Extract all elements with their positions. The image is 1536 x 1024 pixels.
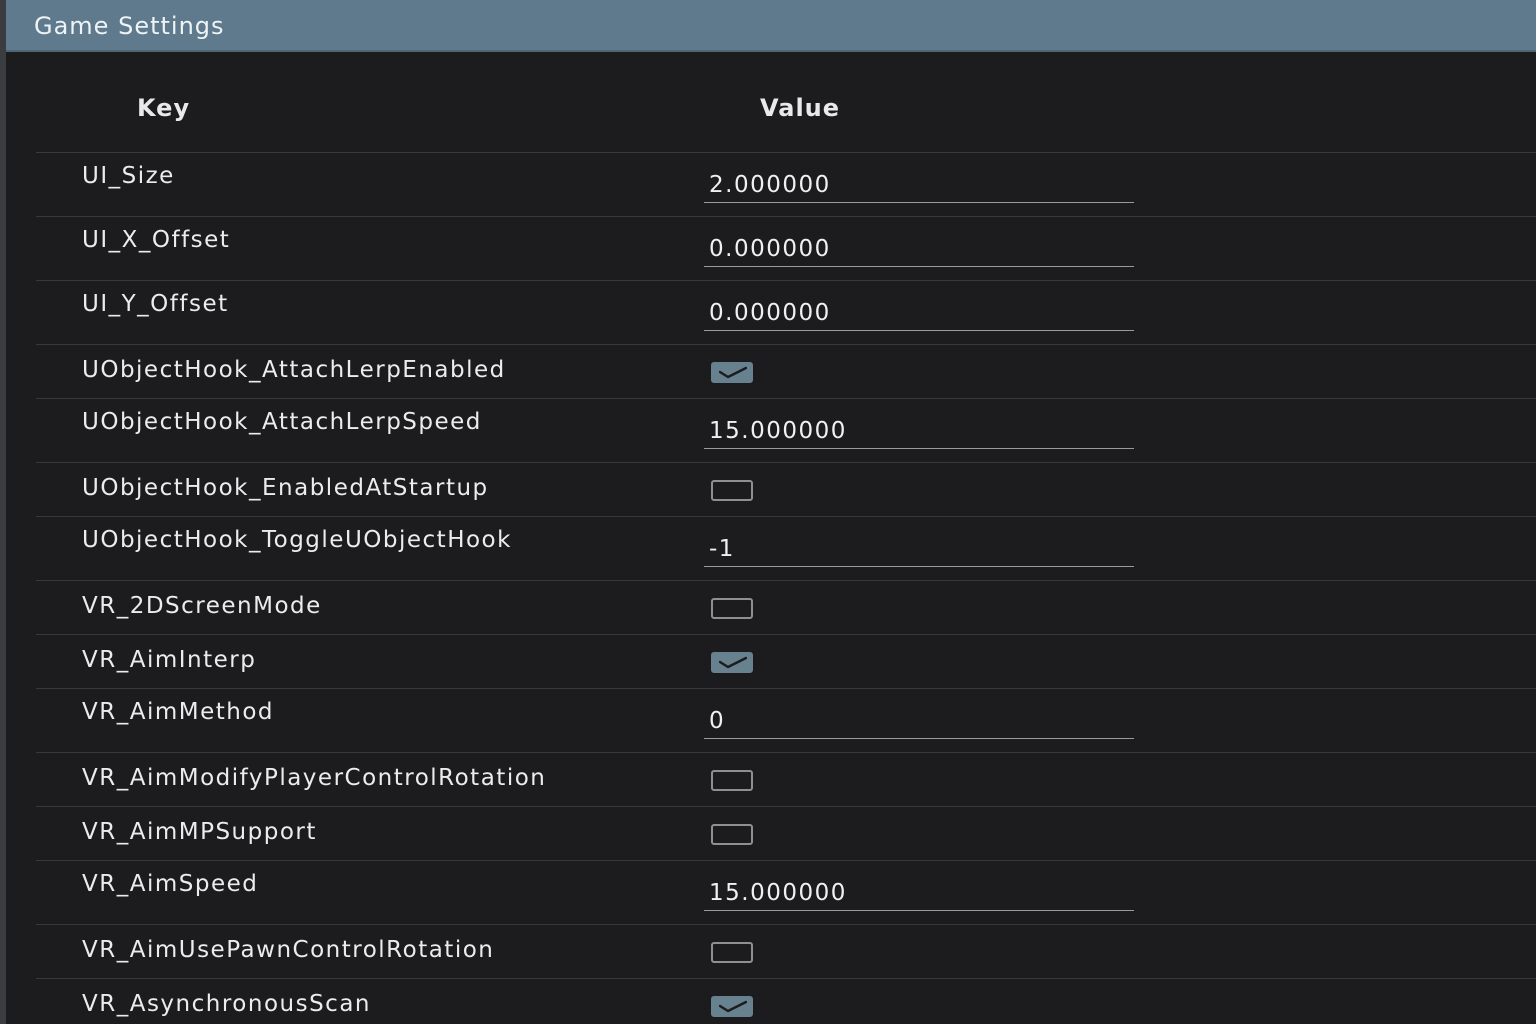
value-column-header: Value: [760, 94, 841, 122]
table-row: UObjectHook_ToggleUObjectHook -1: [36, 517, 1536, 581]
value-text: -1: [709, 536, 735, 562]
value-text: 15.000000: [709, 418, 847, 444]
setting-key: VR_AimInterp: [82, 647, 257, 673]
value-text: 0.000000: [709, 236, 831, 262]
titlebar[interactable]: Game Settings: [6, 0, 1536, 52]
setting-key: UI_Size: [82, 163, 175, 189]
key-column-header: Key: [137, 94, 191, 122]
setting-key: VR_AsynchronousScan: [82, 991, 371, 1017]
value-input[interactable]: 2.000000: [704, 163, 1134, 203]
value-checkbox[interactable]: [711, 770, 753, 791]
setting-key: VR_AimModifyPlayerControlRotation: [82, 765, 547, 791]
table-header: Key Value: [36, 52, 1536, 153]
table-row: VR_AimSpeed 15.000000: [36, 861, 1536, 925]
value-text: 2.000000: [709, 172, 831, 198]
setting-key: VR_AimMPSupport: [82, 819, 317, 845]
value-checkbox[interactable]: [711, 480, 753, 501]
checkmark-icon: [719, 656, 747, 669]
checkmark-icon: [719, 366, 747, 379]
window-title: Game Settings: [34, 12, 225, 40]
value-input[interactable]: 15.000000: [704, 871, 1134, 911]
setting-key: VR_2DScreenMode: [82, 593, 322, 619]
table-row: UI_Y_Offset 0.000000: [36, 281, 1536, 345]
value-text: 15.000000: [709, 880, 847, 906]
value-input[interactable]: 15.000000: [704, 409, 1134, 449]
value-text: 0.000000: [709, 300, 831, 326]
setting-key: UObjectHook_AttachLerpEnabled: [82, 357, 506, 383]
setting-key: VR_AimUsePawnControlRotation: [82, 937, 495, 963]
setting-key: VR_AimMethod: [82, 699, 275, 725]
value-input[interactable]: 0.000000: [704, 227, 1134, 267]
value-checkbox[interactable]: [711, 362, 753, 383]
value-checkbox[interactable]: [711, 652, 753, 673]
table-row: UObjectHook_EnabledAtStartup: [36, 463, 1536, 517]
table-row: VR_AimMethod 0: [36, 689, 1536, 753]
table-row: UObjectHook_AttachLerpEnabled: [36, 345, 1536, 399]
setting-key: UI_Y_Offset: [82, 291, 229, 317]
setting-key: UObjectHook_EnabledAtStartup: [82, 475, 489, 501]
table-row: VR_AimUsePawnControlRotation: [36, 925, 1536, 979]
setting-key: UI_X_Offset: [82, 227, 231, 253]
table-row: VR_AimMPSupport: [36, 807, 1536, 861]
table-row: VR_AsynchronousScan: [36, 979, 1536, 1024]
settings-window: Game Settings Key Value UI_Size 2.000000 U…: [0, 0, 1536, 1024]
value-checkbox[interactable]: [711, 996, 753, 1017]
value-checkbox[interactable]: [711, 598, 753, 619]
setting-key: VR_AimSpeed: [82, 871, 259, 897]
value-input[interactable]: 0: [704, 699, 1134, 739]
table-row: VR_AimInterp: [36, 635, 1536, 689]
value-checkbox[interactable]: [711, 942, 753, 963]
value-text: 0: [709, 708, 726, 734]
table-row: UI_X_Offset 0.000000: [36, 217, 1536, 281]
checkmark-icon: [719, 1000, 747, 1013]
table-row: UI_Size 2.000000: [36, 153, 1536, 217]
setting-key: UObjectHook_AttachLerpSpeed: [82, 409, 482, 435]
value-input[interactable]: 0.000000: [704, 291, 1134, 331]
table-row: VR_2DScreenMode: [36, 581, 1536, 635]
table-row: UObjectHook_AttachLerpSpeed 15.000000: [36, 399, 1536, 463]
setting-key: UObjectHook_ToggleUObjectHook: [82, 527, 512, 553]
value-input[interactable]: -1: [704, 527, 1134, 567]
value-checkbox[interactable]: [711, 824, 753, 845]
table-row: VR_AimModifyPlayerControlRotation: [36, 753, 1536, 807]
